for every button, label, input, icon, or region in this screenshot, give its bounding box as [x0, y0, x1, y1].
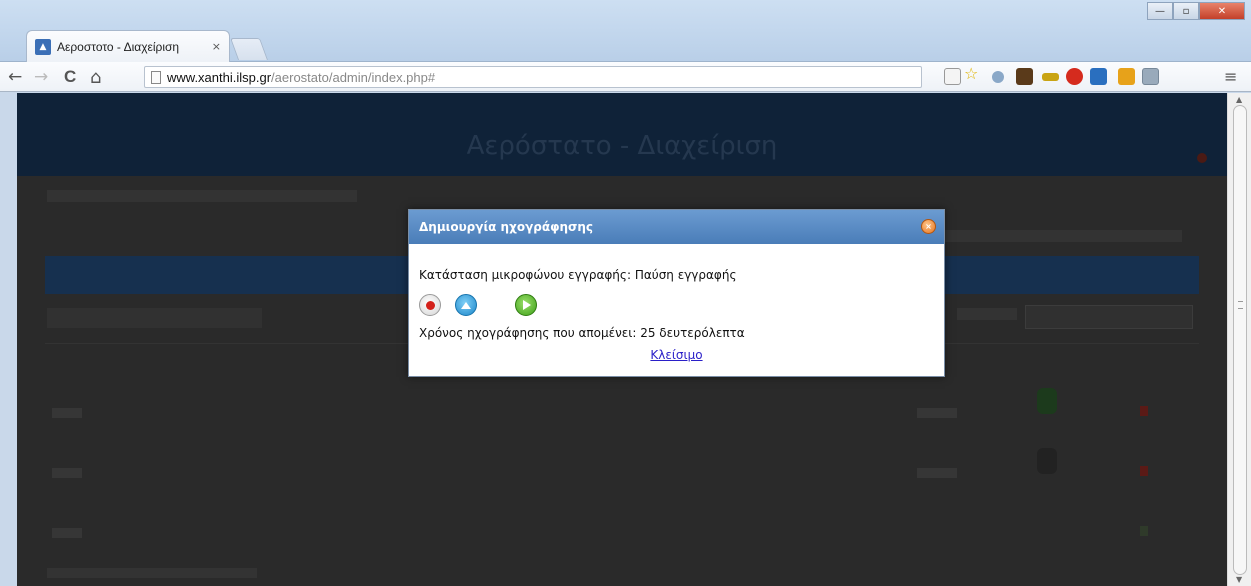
window-controls: — ▫ ✕: [1147, 2, 1245, 20]
play-button[interactable]: [515, 294, 537, 316]
page-scrollbar[interactable]: ▲ ▼: [1227, 93, 1251, 586]
table-row: [52, 528, 82, 538]
tab-title: Αεροστοτο - Διαχείριση: [57, 39, 180, 54]
extension-person-icon[interactable]: [1090, 68, 1107, 85]
toolbar-links: [932, 230, 1182, 242]
record-icon: [425, 300, 435, 310]
dialog-body: Κατάσταση μικροφώνου εγγραφής: Παύση εγγ…: [409, 244, 944, 362]
forward-button[interactable]: →: [34, 67, 48, 87]
page-icon: [151, 70, 161, 84]
row-status: [917, 408, 957, 418]
row-thumbnail-icon: [1037, 388, 1057, 414]
row-status: [917, 468, 957, 478]
tab-close-icon[interactable]: ×: [212, 40, 221, 53]
extension-pin-icon[interactable]: [992, 71, 1004, 83]
edit-icon: [1140, 526, 1148, 536]
record-button[interactable]: [419, 294, 441, 316]
breadcrumb: [47, 190, 357, 202]
search-label: [957, 308, 1017, 320]
url-text: www.xanthi.ilsp.gr/aerostato/admin/index…: [167, 69, 436, 85]
scroll-thumb[interactable]: [1233, 105, 1247, 575]
delete-icon: [1140, 406, 1148, 416]
upload-button[interactable]: [455, 294, 477, 316]
home-button[interactable]: ⌂: [90, 67, 101, 88]
new-tab-button[interactable]: [229, 38, 269, 60]
page-size-control: [47, 308, 262, 328]
translate-icon[interactable]: [944, 68, 961, 85]
browser-tab[interactable]: ▲ Αεροστοτο - Διαχείριση ×: [26, 30, 230, 62]
logout-icon: [1197, 153, 1207, 163]
bookmark-star-icon[interactable]: ☆: [964, 64, 981, 83]
browser-menu-icon[interactable]: ≡: [1224, 67, 1237, 86]
search-input: [1025, 305, 1193, 329]
extension-mail-icon[interactable]: [1142, 68, 1159, 85]
microphone-status: Κατάσταση μικροφώνου εγγραφής: Παύση εγγ…: [419, 268, 737, 282]
recording-controls: [419, 292, 934, 318]
create-recording-dialog: Δημιουργία ηχογράφησης × Κατάσταση μικρο…: [408, 209, 945, 377]
site-favicon-icon: ▲: [35, 38, 51, 55]
extension-bar-icon[interactable]: [1042, 73, 1059, 81]
delete-icon: [1140, 466, 1148, 476]
minimize-button[interactable]: —: [1147, 2, 1173, 20]
address-bar[interactable]: www.xanthi.ilsp.gr/aerostato/admin/index…: [144, 66, 922, 88]
dialog-titlebar[interactable]: Δημιουργία ηχογράφησης ×: [409, 210, 944, 244]
browser-toolbar: ← → C ⌂ www.xanthi.ilsp.gr/aerostato/adm…: [0, 62, 1251, 92]
play-icon: [523, 300, 531, 310]
remaining-time: Χρόνος ηχογράφησης που απομένει: 25 δευτ…: [419, 326, 745, 340]
browser-titlebar: ▲ Αεροστοτο - Διαχείριση × — ▫ ✕: [0, 0, 1251, 62]
back-button[interactable]: ←: [8, 67, 22, 87]
row-thumbnail-icon: [1037, 448, 1057, 474]
scroll-up-arrow-icon[interactable]: ▲: [1236, 95, 1242, 104]
window-close-button[interactable]: ✕: [1199, 2, 1245, 20]
extension-home-icon[interactable]: [1118, 68, 1135, 85]
scroll-grip-icon: [1238, 301, 1243, 309]
reload-button[interactable]: C: [64, 67, 76, 87]
table-row: [52, 408, 82, 418]
dialog-close-icon[interactable]: ×: [921, 219, 936, 234]
extension-cat-icon[interactable]: [1016, 68, 1033, 85]
site-title: Αερόστατο - Διαχείριση: [466, 131, 778, 161]
table-row: [52, 468, 82, 478]
table-footer-info: [47, 568, 257, 578]
dialog-title: Δημιουργία ηχογράφησης: [419, 220, 594, 234]
scroll-down-arrow-icon[interactable]: ▼: [1236, 575, 1242, 584]
upload-icon: [461, 301, 471, 309]
site-header: Αερόστατο - Διαχείριση: [17, 93, 1227, 176]
opera-extension-icon[interactable]: [1066, 68, 1083, 85]
maximize-button[interactable]: ▫: [1173, 2, 1199, 20]
close-link[interactable]: Κλείσιμο: [419, 348, 934, 362]
